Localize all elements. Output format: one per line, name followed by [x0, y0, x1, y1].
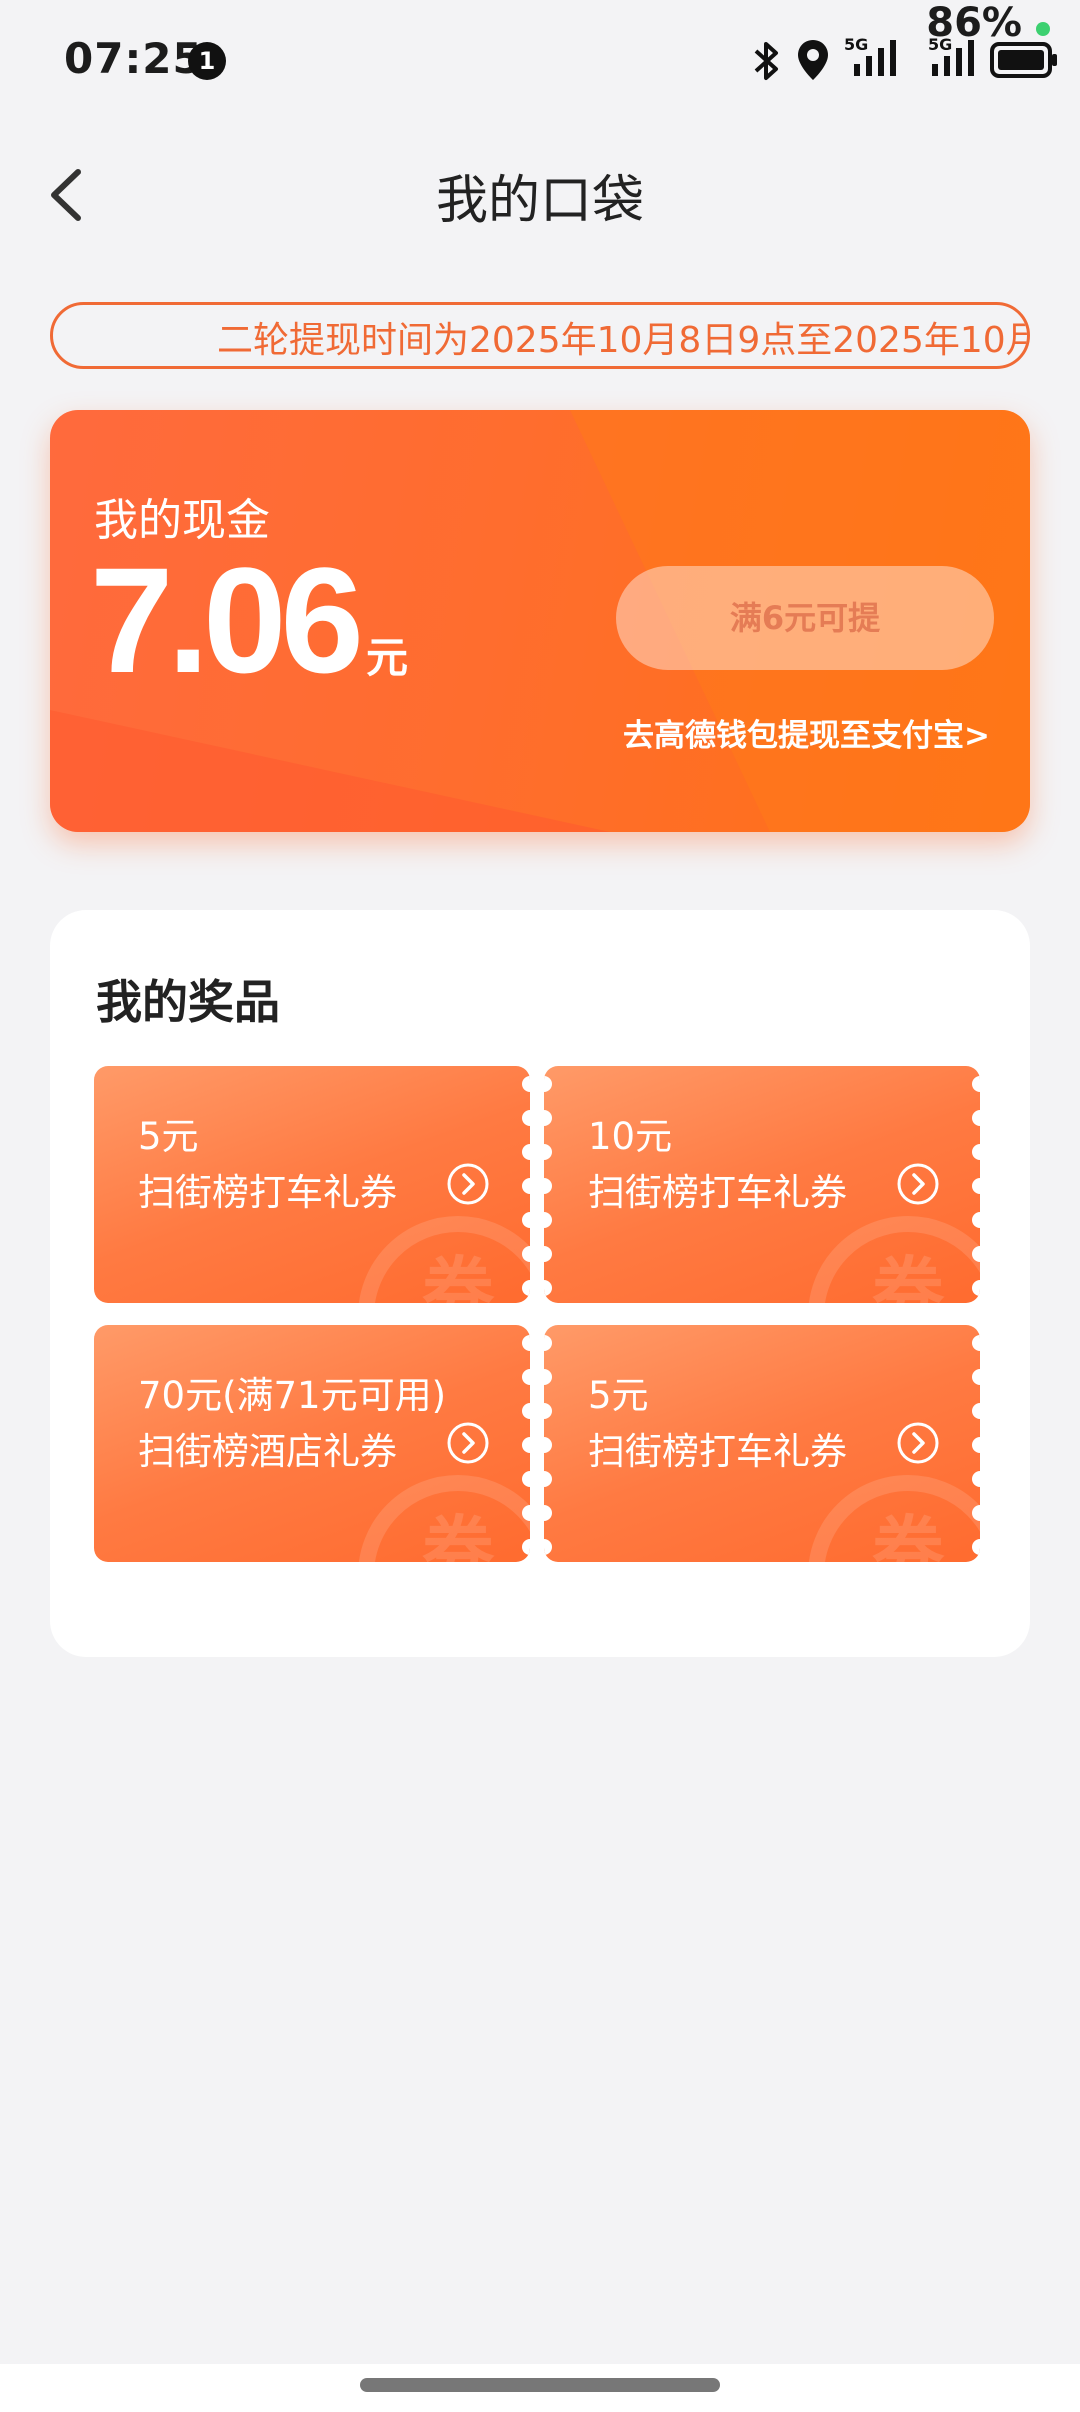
notice-text: 二轮提现时间为2025年10月8日9点至2025年10月: [217, 320, 1030, 361]
coupon-card[interactable]: 券 70元(满71元可用) 扫街榜酒店礼券: [94, 1325, 530, 1562]
chevron-right-circle-icon[interactable]: [896, 1421, 940, 1465]
battery-percent: 86%: [926, 0, 1022, 46]
coupon-card[interactable]: 券 5元 扫街榜打车礼券: [544, 1325, 980, 1562]
coupon-name: 扫街榜打车礼券: [138, 1171, 397, 1214]
location-icon: [798, 40, 828, 80]
coupon-card[interactable]: 券 10元 扫街榜打车礼券: [544, 1066, 980, 1303]
coupon-amount: 70元(满71元可用): [138, 1374, 447, 1417]
privacy-indicator-dot: [1036, 22, 1050, 36]
svg-text:券: 券: [872, 1508, 945, 1562]
bluetooth-icon: [754, 42, 778, 80]
page-header: 我的口袋: [0, 140, 1080, 250]
coupon-notches: [522, 1335, 530, 1555]
svg-text:券: 券: [422, 1508, 495, 1562]
cash-amount-value: 7.06: [90, 536, 364, 704]
signal-5g-icon: 5G: [844, 35, 896, 76]
coupon-amount: 5元: [588, 1374, 649, 1417]
home-indicator[interactable]: [360, 2378, 720, 2392]
page-title: 我的口袋: [435, 171, 644, 231]
cash-amount: 7.06 元: [90, 534, 408, 707]
chevron-right-circle-icon[interactable]: [896, 1162, 940, 1206]
coupon-notches: [522, 1076, 530, 1296]
svg-text:5G: 5G: [844, 35, 868, 54]
cash-card: 我的现金 7.06 元 满6元可提 去高德钱包提现至支付宝>: [50, 410, 1030, 832]
coupon-name: 扫街榜酒店礼券: [138, 1430, 397, 1473]
coupon-amount: 5元: [138, 1115, 199, 1158]
svg-text:券: 券: [422, 1249, 495, 1303]
coupon-card[interactable]: 券 5元 扫街榜打车礼券: [94, 1066, 530, 1303]
status-time: 07:25: [64, 34, 203, 83]
withdraw-button[interactable]: 满6元可提: [616, 566, 994, 670]
coupon-notches: [544, 1076, 552, 1296]
coupon-name: 扫街榜打车礼券: [588, 1171, 847, 1214]
coupon-notches: [972, 1335, 980, 1555]
prizes-title: 我的奖品: [96, 975, 280, 1029]
prizes-card: 我的奖品 券 5元 扫街榜打车礼券 券 10元 扫街榜打车礼券 券 70元(满7…: [50, 910, 1030, 1657]
coupon-name: 扫街榜打车礼券: [588, 1430, 847, 1473]
notice-banner: 二轮提现时间为2025年10月8日9点至2025年10月: [50, 302, 1030, 369]
coupon-notches: [972, 1076, 980, 1296]
svg-text:券: 券: [872, 1249, 945, 1303]
chevron-right-circle-icon[interactable]: [446, 1162, 490, 1206]
cash-amount-unit: 元: [365, 633, 408, 682]
status-bar: 07:25 1 5G 5G 86%: [0, 0, 1080, 124]
battery-icon: [990, 42, 1057, 78]
coupon-notches: [544, 1335, 552, 1555]
wallet-withdraw-link[interactable]: 去高德钱包提现至支付宝>: [623, 710, 990, 755]
notification-badge: 1: [188, 42, 226, 80]
chevron-right-circle-icon[interactable]: [446, 1421, 490, 1465]
coupon-amount: 10元: [588, 1115, 673, 1158]
